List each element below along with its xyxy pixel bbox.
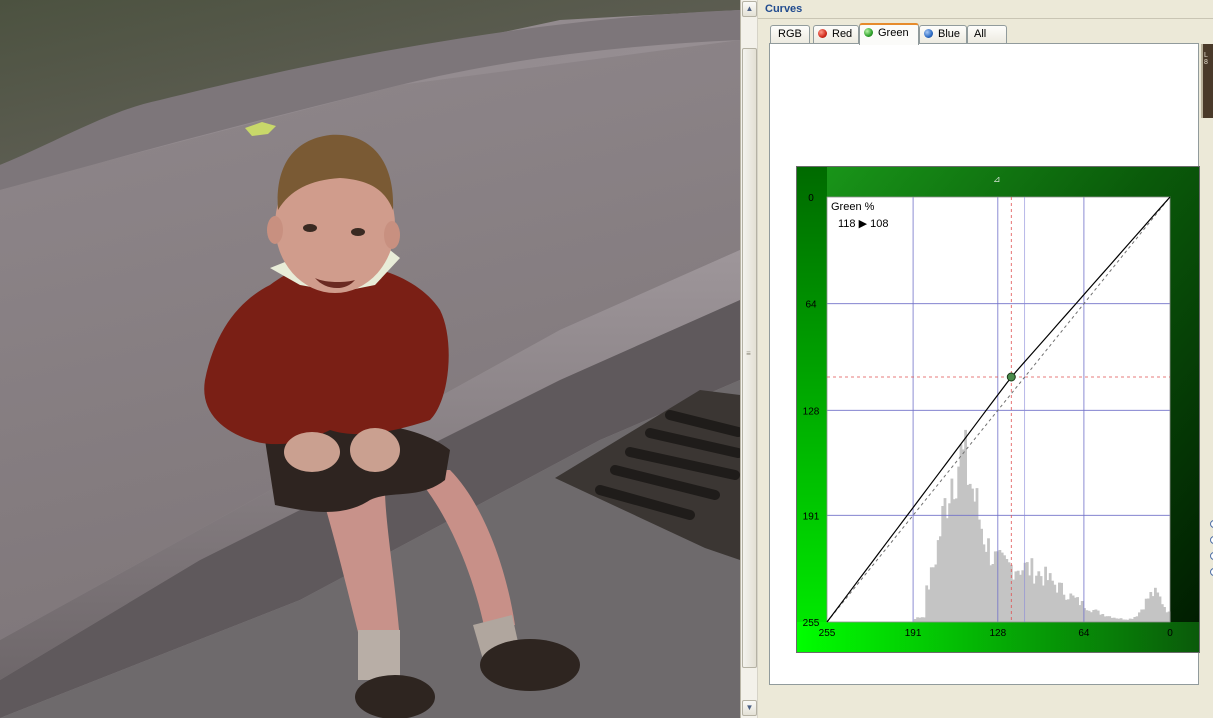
- y-tick-label: 64: [805, 300, 817, 311]
- tab-red[interactable]: Red: [813, 25, 859, 44]
- curves-panel: Curves RGB Red Green Blue All ⊿ 0 64 128…: [758, 0, 1213, 718]
- x-tick-label: 0: [1167, 628, 1173, 639]
- photo-vertical-scrollbar[interactable]: ▲ ≡ ▼: [740, 0, 758, 718]
- scroll-down-button[interactable]: ▼: [742, 700, 757, 716]
- point-readout-value: 118 ▶ 108: [838, 218, 889, 230]
- blue-channel-icon: [924, 29, 933, 38]
- tab-green-label: Green: [878, 27, 909, 39]
- scroll-up-button[interactable]: ▲: [742, 1, 757, 17]
- tab-blue-label: Blue: [938, 28, 961, 40]
- channel-readout-label: Green %: [831, 201, 875, 213]
- red-channel-icon: [818, 29, 827, 38]
- tab-green[interactable]: Green: [859, 23, 919, 45]
- photo-canvas[interactable]: [0, 0, 740, 718]
- curves-tab-body: ⊿ 0 64 128 191 255 255 191 128 64 0 Green % 118 …: [769, 43, 1200, 685]
- y-tick-label: 255: [803, 618, 820, 629]
- top-marker-icon: ⊿: [993, 174, 1001, 184]
- tab-red-label: Red: [832, 28, 853, 40]
- side-thumbnail[interactable]: L 8: [1201, 44, 1213, 118]
- y-tick-label: 128: [803, 406, 820, 417]
- x-tick-label: 128: [989, 628, 1006, 639]
- y-tick-label: 0: [808, 193, 814, 204]
- y-tick-label: 191: [803, 511, 820, 522]
- scroll-grip-icon: ≡: [746, 349, 751, 358]
- x-tick-label: 255: [819, 628, 836, 639]
- tab-rgb[interactable]: RGB: [770, 25, 810, 44]
- green-channel-icon: [864, 28, 873, 37]
- scroll-thumb[interactable]: [742, 48, 757, 668]
- app-window: ▲ ≡ ▼ Curves RGB Red Green Blue All ⊿ 0 …: [0, 0, 1213, 718]
- tab-all[interactable]: All: [967, 25, 1007, 44]
- photo-illustration: [0, 0, 740, 718]
- curve-editor[interactable]: ⊿ 0 64 128 191 255 255 191 128 64 0 Green % 118 …: [796, 166, 1200, 653]
- curve-graph[interactable]: ⊿ 0 64 128 191 255 255 191 128 64 0: [797, 167, 1199, 652]
- control-point[interactable]: [1006, 372, 1016, 382]
- side-thumbnail-text: L 8: [1204, 52, 1208, 66]
- tab-rgb-label: RGB: [778, 28, 802, 40]
- tab-blue[interactable]: Blue: [919, 25, 967, 44]
- x-tick-label: 191: [905, 628, 922, 639]
- tab-all-label: All: [974, 28, 987, 40]
- panel-divider: [758, 18, 1213, 19]
- panel-title: Curves: [765, 3, 803, 15]
- x-tick-label: 64: [1078, 628, 1090, 639]
